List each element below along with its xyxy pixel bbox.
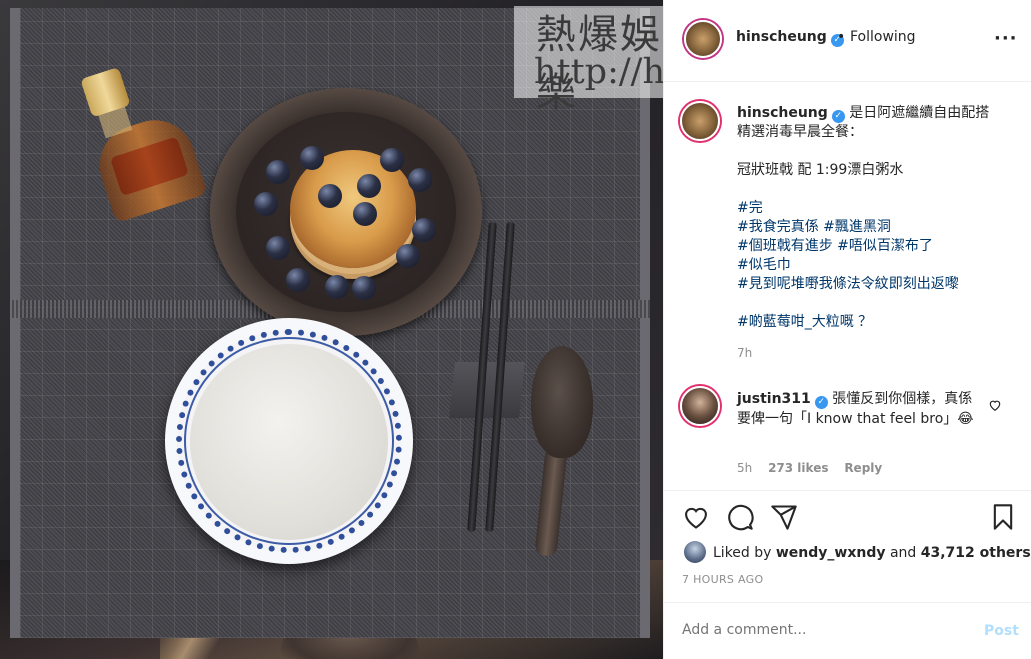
congee: [190, 344, 388, 540]
liked-by-user[interactable]: wendy_wxndy: [776, 545, 886, 561]
post-actions: [664, 490, 1031, 540]
post-caption: hinscheung ✓ 是日阿遮繼續自由配搭 精選消毒早晨全餐： 冠狀班戟 配 …: [737, 104, 1017, 332]
add-comment-bar: Post: [664, 602, 1031, 659]
hashtag-line[interactable]: #個班戟有進步 #唔似百潔布了: [737, 237, 1017, 256]
blueberry: [254, 192, 278, 216]
blueberry: [357, 174, 381, 198]
hashtag-line[interactable]: #似毛巾: [737, 256, 1017, 275]
blueberry: [396, 244, 420, 268]
caption-line-2: 精選消毒早晨全餐：: [737, 124, 863, 140]
last-hashtag[interactable]: #啲藍莓咁_大粒嘅 ？: [737, 314, 872, 330]
blueberry: [408, 168, 432, 192]
comment: justin311 ✓ 張懂反到你個樣，真係要俾一句「I know that fe…: [737, 389, 977, 429]
comment-like-heart-icon[interactable]: [988, 398, 1002, 412]
liked-by: Liked by wendy_wxndy and 43,712 others: [713, 545, 1031, 561]
watermark-url: http://hittt.blogspot.com: [534, 52, 663, 92]
blueberry: [352, 276, 376, 300]
more-options-icon[interactable]: ···: [994, 28, 1018, 49]
blueberry: [286, 268, 310, 292]
heart-icon[interactable]: [682, 503, 710, 531]
reply-button[interactable]: Reply: [844, 461, 882, 475]
blueberry: [412, 218, 436, 242]
post-button[interactable]: Post: [984, 623, 1019, 639]
header-username[interactable]: hinscheung: [736, 29, 827, 45]
post-photo[interactable]: 熱爆娛樂 http://hittt.blogspot.com: [0, 0, 663, 659]
caption-first-line: hinscheung ✓ 是日阿遮繼續自由配搭: [737, 104, 1017, 123]
comment-likes[interactable]: 273 likes: [768, 461, 828, 475]
posted-ago[interactable]: 7 HOURS AGO: [682, 573, 763, 586]
commenter-avatar[interactable]: [680, 386, 720, 426]
liked-by-and: and: [889, 545, 917, 561]
hashtag-line[interactable]: #完: [737, 199, 1017, 218]
hashtag-line[interactable]: #見到呢堆嘢我條法令紋即刻出返嚟: [737, 275, 1017, 294]
caption-line-1: 是日阿遮繼續自由配搭: [849, 105, 990, 121]
comment-time[interactable]: 5h: [737, 461, 752, 475]
hashtag-line[interactable]: #我食完真係 #飄進黑洞: [737, 218, 1017, 237]
avatar[interactable]: [684, 20, 722, 58]
liked-by-prefix: Liked by: [713, 545, 772, 561]
header-separator: •: [837, 29, 846, 45]
chopstick-rest: [449, 362, 525, 418]
liked-by-avatar[interactable]: [684, 541, 706, 563]
commenter-username[interactable]: justin311: [737, 391, 811, 407]
liked-by-others[interactable]: 43,712 others: [921, 545, 1031, 561]
caption-time[interactable]: 7h: [737, 346, 752, 360]
blueberry: [318, 184, 342, 208]
caption-avatar[interactable]: [680, 101, 720, 141]
comment-meta: 5h 273 likes Reply: [737, 461, 894, 475]
blueberry: [266, 236, 290, 260]
send-icon[interactable]: [770, 503, 798, 531]
bookmark-icon[interactable]: [989, 503, 1017, 531]
blueberry: [353, 202, 377, 226]
blueberry: [380, 148, 404, 172]
blueberry: [325, 275, 349, 299]
verified-badge-icon: ✓: [814, 396, 828, 409]
post-side-panel: hinscheung ✓ • Following ··· hinscheung ✓ …: [663, 0, 1031, 659]
verified-badge-icon: ✓: [831, 110, 845, 123]
following-button[interactable]: Following: [850, 29, 916, 45]
blueberry: [300, 146, 324, 170]
comment-icon[interactable]: [726, 503, 754, 531]
post-header: hinscheung ✓ • Following ···: [664, 0, 1031, 82]
caption-username[interactable]: hinscheung: [737, 105, 828, 121]
caption-menu: 冠狀班戟 配 1:99漂白粥水: [737, 162, 904, 178]
header-username-link[interactable]: hinscheung ✓: [736, 29, 844, 47]
blueberry: [266, 160, 290, 184]
comment-input[interactable]: [682, 622, 972, 638]
spoon-bowl: [531, 346, 593, 458]
caption-last-line: #啲藍莓咁_大粒嘅 ？: [737, 313, 1017, 332]
